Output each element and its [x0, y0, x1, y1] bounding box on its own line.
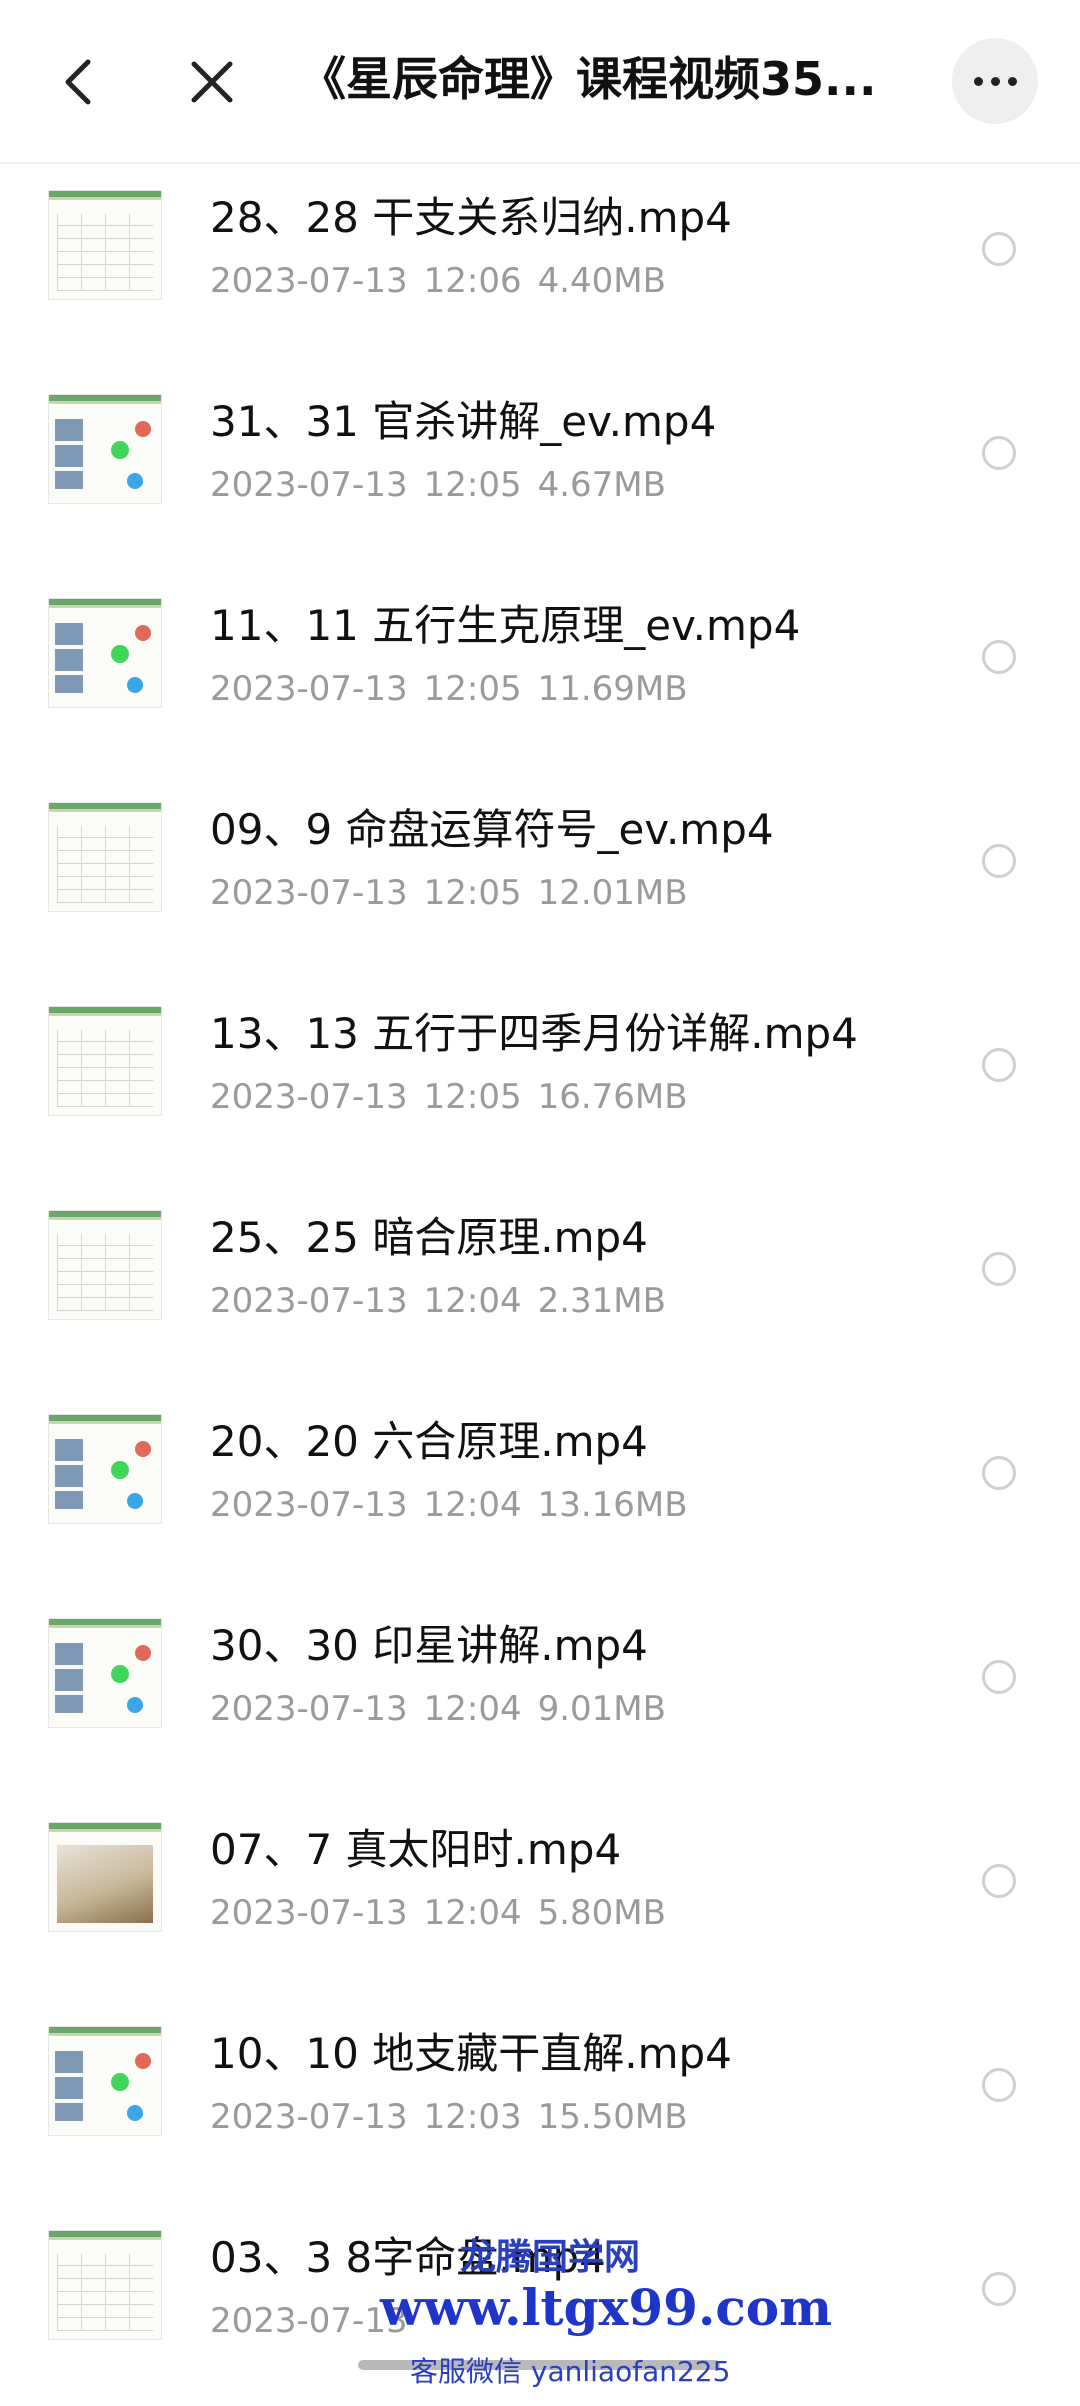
file-list-item[interactable]: 25、25 暗合原理.mp4 2023-07-13 12:04 2.31MB [0, 1182, 1080, 1386]
select-radio[interactable] [982, 640, 1016, 674]
file-list: 28、28 干支关系归纳.mp4 2023-07-13 12:06 4.40MB 31、… [0, 162, 1080, 2406]
file-meta: 2023-07-13 12:05 11.69MB [210, 666, 688, 712]
select-radio[interactable] [982, 1864, 1016, 1898]
file-name: 13、13 五行于四季月份详解.mp4 [210, 1009, 858, 1058]
file-list-item[interactable]: 07、7 真太阳时.mp4 2023-07-13 12:04 5.80MB [0, 1794, 1080, 1998]
file-name: 11、11 五行生克原理_ev.mp4 [210, 601, 801, 650]
watermark-contact: 客服微信 yanliaofan225 [410, 2355, 731, 2388]
close-button[interactable] [180, 50, 244, 114]
file-name: 09、9 命盘运算符号_ev.mp4 [210, 805, 774, 854]
file-date: 2023-07-13 [210, 1077, 408, 1117]
video-thumbnail [48, 2230, 162, 2340]
video-thumbnail [48, 1822, 162, 1932]
file-size: 2.31MB [537, 1281, 666, 1321]
file-size: 11.69MB [537, 669, 688, 709]
file-name: 28、28 干支关系归纳.mp4 [210, 193, 732, 242]
file-time: 12:03 [423, 2097, 522, 2137]
select-radio[interactable] [982, 1252, 1016, 1286]
chevron-left-icon [65, 59, 91, 105]
file-date: 2023-07-13 [210, 465, 408, 505]
file-time: 12:04 [423, 1281, 522, 1321]
select-radio[interactable] [982, 1456, 1016, 1490]
back-button[interactable] [48, 50, 112, 114]
video-thumbnail [48, 394, 162, 504]
file-date: 2023-07-13 [210, 1689, 408, 1729]
file-list-item[interactable]: 30、30 印星讲解.mp4 2023-07-13 12:04 9.01MB [0, 1590, 1080, 1794]
file-meta: 2023-07-13 12:03 15.50MB [210, 2094, 688, 2140]
file-date: 2023-07-13 [210, 873, 408, 913]
video-thumbnail [48, 1006, 162, 1116]
watermark-url: www.ltgx99.com [380, 2278, 833, 2337]
file-meta: 2023-07-13 12:04 2.31MB [210, 1278, 666, 1324]
file-size: 9.01MB [537, 1689, 666, 1729]
file-date: 2023-07-13 [210, 669, 408, 709]
file-name: 10、10 地支藏干直解.mp4 [210, 2029, 732, 2078]
file-size: 13.16MB [537, 1485, 688, 1525]
file-name: 20、20 六合原理.mp4 [210, 1417, 648, 1466]
file-meta: 2023-07-13 12:04 13.16MB [210, 1482, 688, 1528]
file-date: 2023-07-13 [210, 2301, 408, 2341]
video-thumbnail [48, 802, 162, 912]
file-time: 12:04 [423, 1689, 522, 1729]
file-meta: 2023-07-13 12:05 12.01MB [210, 870, 688, 916]
file-meta: 2023-07-13 12:05 16.76MB [210, 1074, 688, 1120]
video-thumbnail [48, 598, 162, 708]
select-radio[interactable] [982, 844, 1016, 878]
more-button[interactable] [952, 38, 1038, 124]
file-size: 15.50MB [537, 2097, 688, 2137]
file-list-item[interactable]: 11、11 五行生克原理_ev.mp4 2023-07-13 12:05 11.69M… [0, 570, 1080, 774]
watermark-site-name: 龙腾国学网 [460, 2237, 641, 2278]
file-time: 12:05 [423, 465, 522, 505]
file-date: 2023-07-13 [210, 2097, 408, 2137]
file-list-item[interactable]: 13、13 五行于四季月份详解.mp4 2023-07-13 12:05 16.76M… [0, 978, 1080, 1182]
file-list-item[interactable]: 31、31 官杀讲解_ev.mp4 2023-07-13 12:05 4.67MB [0, 366, 1080, 570]
video-thumbnail [48, 190, 162, 300]
file-list-item[interactable]: 20、20 六合原理.mp4 2023-07-13 12:04 13.16MB [0, 1386, 1080, 1590]
file-date: 2023-07-13 [210, 1485, 408, 1525]
video-thumbnail [48, 1210, 162, 1320]
select-radio[interactable] [982, 436, 1016, 470]
file-time: 12:05 [423, 1077, 522, 1117]
file-list-item[interactable]: 09、9 命盘运算符号_ev.mp4 2023-07-13 12:05 12.01MB [0, 774, 1080, 978]
close-icon [191, 61, 233, 103]
file-time: 12:04 [423, 1485, 522, 1525]
file-date: 2023-07-13 [210, 261, 408, 301]
file-name: 30、30 印星讲解.mp4 [210, 1621, 648, 1670]
select-radio[interactable] [982, 2272, 1016, 2306]
select-radio[interactable] [982, 232, 1016, 266]
file-meta: 2023-07-13 12:04 5.80MB [210, 1890, 666, 1936]
select-radio[interactable] [982, 1048, 1016, 1082]
file-name: 25、25 暗合原理.mp4 [210, 1213, 648, 1262]
page-title: 《星辰命理》课程视频35... [300, 52, 877, 106]
video-thumbnail [48, 1414, 162, 1524]
select-radio[interactable] [982, 1660, 1016, 1694]
file-list-item[interactable]: 10、10 地支藏干直解.mp4 2023-07-13 12:03 15.50MB [0, 1998, 1080, 2202]
file-date: 2023-07-13 [210, 1893, 408, 1933]
file-meta: 2023-07-13 12:04 9.01MB [210, 1686, 666, 1732]
file-name: 07、7 真太阳时.mp4 [210, 1825, 622, 1874]
file-time: 12:04 [423, 1893, 522, 1933]
file-date: 2023-07-13 [210, 1281, 408, 1321]
file-list-item[interactable]: 28、28 干支关系归纳.mp4 2023-07-13 12:06 4.40MB [0, 162, 1080, 366]
video-thumbnail [48, 1618, 162, 1728]
video-thumbnail [48, 2026, 162, 2136]
file-size: 4.67MB [537, 465, 666, 505]
file-size: 4.40MB [537, 261, 666, 301]
file-time: 12:06 [423, 261, 522, 301]
file-size: 12.01MB [537, 873, 688, 913]
file-meta: 2023-07-13 12:05 4.67MB [210, 462, 666, 508]
select-radio[interactable] [982, 2068, 1016, 2102]
file-name: 31、31 官杀讲解_ev.mp4 [210, 397, 717, 446]
file-size: 16.76MB [537, 1077, 688, 1117]
file-size: 5.80MB [537, 1893, 666, 1933]
file-time: 12:05 [423, 873, 522, 913]
app-header: 《星辰命理》课程视频35... [0, 0, 1080, 164]
file-time: 12:05 [423, 669, 522, 709]
file-meta: 2023-07-13 12:06 4.40MB [210, 258, 666, 304]
